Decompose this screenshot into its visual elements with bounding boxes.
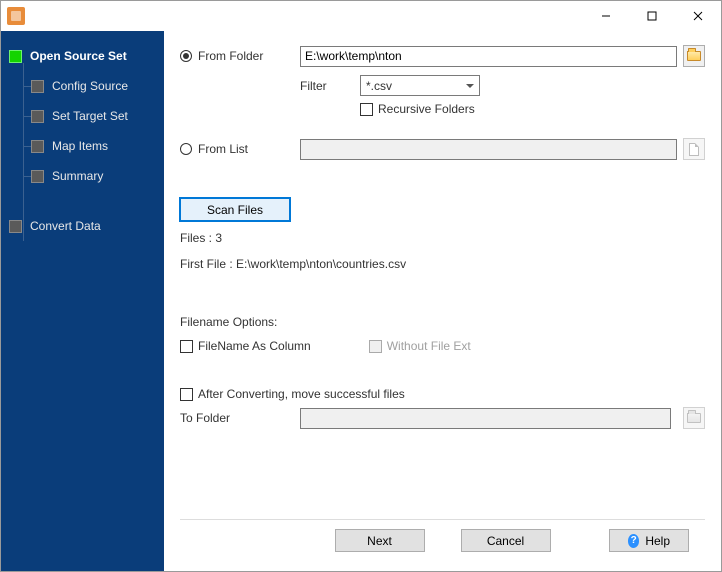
help-button[interactable]: ? Help (609, 529, 689, 552)
filename-options-heading: Filename Options: (180, 315, 705, 329)
without-file-ext-checkbox (369, 340, 382, 353)
sidebar-item-label: Summary (52, 169, 103, 183)
sidebar-item-summary[interactable]: Summary (31, 161, 156, 191)
sidebar-item-map-items[interactable]: Map Items (31, 131, 156, 161)
recursive-row: Recursive Folders (360, 102, 705, 116)
sidebar-item-label: Set Target Set (52, 109, 128, 123)
browse-to-folder-button[interactable] (683, 407, 705, 429)
titlebar (1, 1, 721, 31)
step-indicator-icon (31, 170, 44, 183)
first-file-label: First File : E:\work\temp\nton\countries… (180, 257, 705, 271)
filter-row: Filter *.csv (300, 75, 705, 96)
step-indicator-icon (9, 220, 22, 233)
step-indicator-icon (31, 140, 44, 153)
sidebar-item-convert-data[interactable]: Convert Data (9, 211, 156, 241)
move-after-convert-label: After Converting, move successful files (198, 387, 405, 401)
browse-folder-button[interactable] (683, 45, 705, 67)
folder-icon (687, 51, 701, 61)
wizard-sidebar: Open Source Set Config Source Set Target… (1, 31, 164, 571)
sidebar-item-label: Convert Data (30, 219, 101, 233)
sidebar-item-label: Config Source (52, 79, 128, 93)
recursive-checkbox[interactable] (360, 103, 373, 116)
body: Open Source Set Config Source Set Target… (1, 31, 721, 571)
without-file-ext-label: Without File Ext (387, 339, 471, 353)
sidebar-item-config-source[interactable]: Config Source (31, 71, 156, 101)
from-folder-label: From Folder (198, 49, 263, 63)
window-controls (583, 1, 721, 31)
filter-value: *.csv (366, 79, 392, 93)
move-after-convert-checkbox[interactable] (180, 388, 193, 401)
from-list-path-input[interactable] (300, 139, 677, 160)
footer: Next Cancel ? Help (180, 519, 705, 561)
from-folder-path-input[interactable] (300, 46, 677, 67)
app-window: Open Source Set Config Source Set Target… (0, 0, 722, 572)
folder-icon (687, 413, 701, 423)
main-panel: From Folder Filter *.csv (164, 31, 721, 571)
files-count-label: Files : 3 (180, 231, 705, 245)
filter-label: Filter (300, 79, 360, 93)
next-button[interactable]: Next (335, 529, 425, 552)
recursive-label: Recursive Folders (378, 102, 475, 116)
help-icon: ? (628, 534, 639, 548)
to-folder-input[interactable] (300, 408, 671, 429)
filename-as-column-label: FileName As Column (198, 339, 311, 353)
minimize-button[interactable] (583, 1, 629, 31)
filter-select[interactable]: *.csv (360, 75, 480, 96)
sidebar-item-label: Map Items (52, 139, 108, 153)
to-folder-label: To Folder (180, 411, 300, 425)
close-button[interactable] (675, 1, 721, 31)
from-folder-row: From Folder (180, 45, 705, 67)
filename-as-column-checkbox[interactable] (180, 340, 193, 353)
sidebar-item-label: Open Source Set (30, 49, 127, 63)
step-indicator-icon (31, 80, 44, 93)
to-folder-row: To Folder (180, 407, 705, 429)
help-label: Help (645, 534, 670, 548)
file-icon (689, 143, 699, 156)
step-indicator-icon (31, 110, 44, 123)
cancel-button[interactable]: Cancel (461, 529, 551, 552)
step-indicator-icon (9, 50, 22, 63)
scan-files-button[interactable]: Scan Files (180, 198, 290, 221)
sidebar-item-set-target-set[interactable]: Set Target Set (31, 101, 156, 131)
from-folder-radio[interactable] (180, 50, 192, 62)
app-icon (7, 7, 25, 25)
from-list-row: From List (180, 138, 705, 160)
chevron-down-icon (462, 78, 477, 93)
from-list-radio[interactable] (180, 143, 192, 155)
from-list-label: From List (198, 142, 248, 156)
sidebar-item-open-source-set[interactable]: Open Source Set (9, 41, 156, 71)
maximize-button[interactable] (629, 1, 675, 31)
browse-list-button[interactable] (683, 138, 705, 160)
